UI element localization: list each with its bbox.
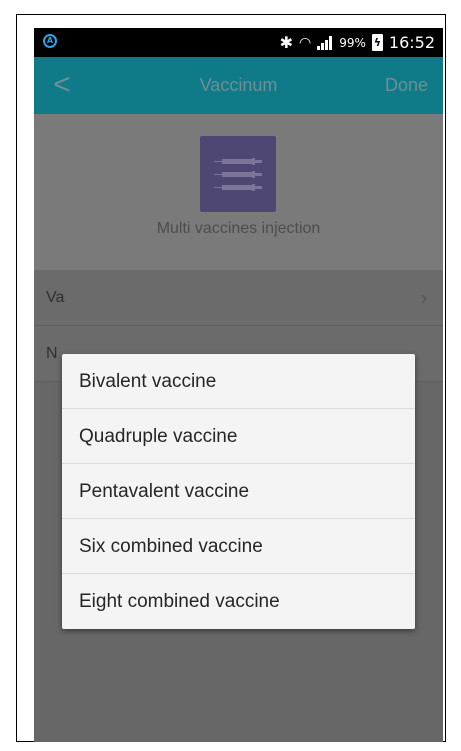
status-bar: A ✱ ◠ 99% ϟ 16:52: [34, 28, 443, 57]
bluetooth-icon: ✱: [279, 33, 293, 52]
phone-screen: A ✱ ◠ 99% ϟ 16:52 < Vaccinum Done Multi …: [34, 28, 443, 742]
header-bar: < Vaccinum Done: [34, 57, 443, 114]
content-area: Multi vaccines injection Va › N Bivalent…: [34, 114, 443, 742]
option-eight-combined-vaccine[interactable]: Eight combined vaccine: [62, 574, 415, 629]
vaccine-type-header: Multi vaccines injection: [34, 114, 443, 270]
page-title: Vaccinum: [199, 75, 278, 95]
vaccine-options-dialog: Bivalent vaccine Quadruple vaccine Penta…: [62, 354, 415, 629]
status-indicators: ✱ ◠ 99% ϟ 16:52: [280, 28, 435, 57]
vaccine-row[interactable]: Va ›: [34, 270, 443, 326]
syringes-icon: [200, 136, 276, 212]
option-six-combined-vaccine[interactable]: Six combined vaccine: [62, 519, 415, 574]
row-label: N: [46, 345, 58, 362]
row-label: Va: [46, 289, 65, 306]
option-quadruple-vaccine[interactable]: Quadruple vaccine: [62, 409, 415, 464]
signal-icon: [317, 35, 333, 50]
battery-charging-icon: ϟ: [371, 34, 383, 51]
chevron-right-icon: ›: [421, 288, 427, 308]
option-pentavalent-vaccine[interactable]: Pentavalent vaccine: [62, 464, 415, 519]
vaccine-type-caption: Multi vaccines injection: [156, 220, 321, 237]
wifi-icon: ◠: [299, 34, 312, 51]
app-notification-icon: A: [43, 34, 57, 48]
option-bivalent-vaccine[interactable]: Bivalent vaccine: [62, 354, 415, 409]
done-button[interactable]: Done: [385, 57, 428, 114]
battery-percent: 99%: [339, 35, 366, 50]
clock: 16:52: [388, 33, 435, 52]
